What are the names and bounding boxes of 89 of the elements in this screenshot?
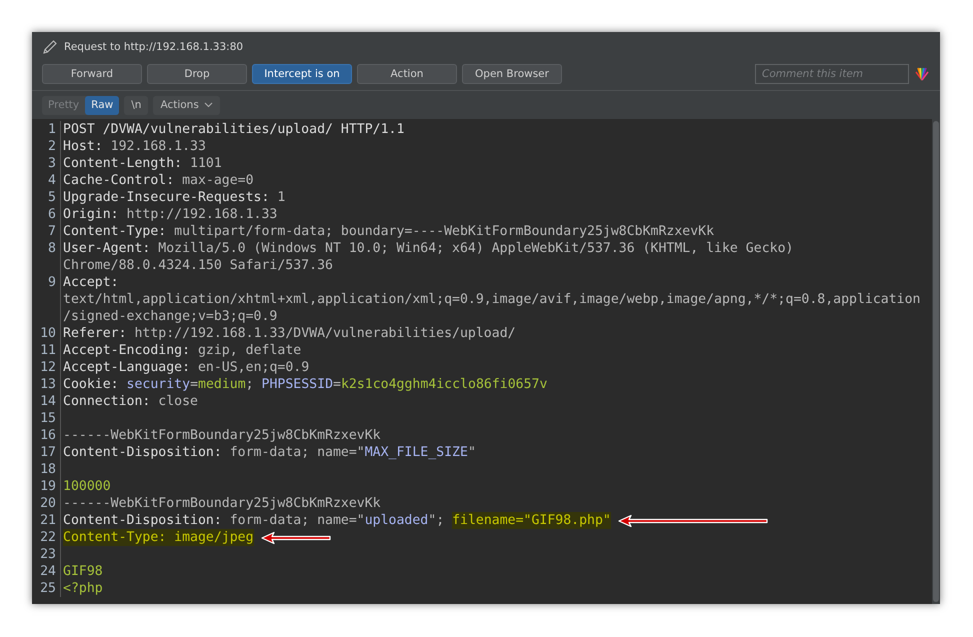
newline-toggle[interactable]: \n [124,96,148,114]
code-text: close [157,393,198,410]
line-number: 16 [32,427,61,444]
line-number: 24 [32,563,61,580]
parameter-name: security [126,376,190,393]
parameter-name: MAX_FILE_SIZE [364,444,468,461]
toolbar-button[interactable]: Forward [42,64,142,84]
code-text: form-data; name=" [228,444,365,461]
line-number: 6 [32,206,61,223]
parameter-value: <?php [63,580,103,597]
code-text: multipart/form-data; boundary=----WebKitFormBoundary25jw8CbKmRzxevKk [173,223,714,240]
line-number: 22 [32,529,61,546]
toolbar-button[interactable]: Drop [147,64,247,84]
line-number: 8 [32,240,61,274]
header-name: Upgrade-Insecure-Requests: [63,189,270,206]
code-text: " [468,444,476,461]
code-text: 1 [276,189,286,206]
header-name: User-Agent: [63,240,150,257]
code-text: text/html,application/xhtml+xml,application/xml;q=0.9,image/avif,image/webp,image/apng,*/*;q=0.8,application [63,291,920,308]
line-number: 3 [32,155,61,172]
code-text: http://192.168.1.33 [126,206,278,223]
header-name: Origin: [63,206,119,223]
line-number: 1 [32,121,61,138]
pencil-icon [42,39,58,55]
code-text: /signed-exchange;v=b3;q=0.9 [63,308,278,325]
view-tab[interactable]: Raw [85,96,120,114]
window-title: Request to http://192.168.1.33:80 [64,41,244,53]
parameter-value: 100000 [63,478,111,495]
code-text: "; [428,512,446,529]
code-text: Chrome/88.0.4324.150 Safari/537.36 [63,257,333,274]
code-text: ; [246,376,255,393]
header-name: Content-Disposition: [63,444,222,461]
caret-icon [204,102,213,108]
header-name: Content-Type: [63,223,166,240]
line-number: 15 [32,410,61,427]
code-text: Mozilla/5.0 (Windows NT 10.0; Win64; x64) AppleWebKit/537.36 (KHTML, like Gecko) [157,240,794,257]
parameter-value: k2s1co4gghm4icclo86fi0657v [340,376,548,393]
header-name: Cookie: [63,376,120,393]
header-name: Cache-Control: [63,172,174,189]
line-number: 17 [32,444,61,461]
code-text: 192.168.1.33 [110,138,206,155]
parameter-name: PHPSESSID [262,376,334,393]
scrollbar[interactable] [932,119,940,604]
highlight-color-icon[interactable] [914,66,930,82]
toolbar-button[interactable]: Action [357,64,457,84]
code-text: max-age=0 [181,172,254,189]
toolbar-button[interactable]: Open Browser [462,64,562,84]
line-number: 14 [32,393,61,410]
code-text: form-data; name=" [228,512,365,529]
toolbar-button[interactable]: Intercept is on [252,64,352,84]
code-text: 1101 [189,155,222,172]
line-number: 7 [32,223,61,240]
actions-menu[interactable]: Actions [153,96,220,114]
line-number: 19 [32,478,61,495]
line-number: 2 [32,138,61,155]
header-name: Host: [63,138,103,155]
code-text: gzip, deflate [196,342,302,359]
line-number: 20 [32,495,61,512]
header-name: Content-Length: [63,155,182,172]
line-number: 9 [32,274,61,325]
header-name: Referer: [63,325,127,342]
header-name: POST /DVWA/vulnerabilities/upload/ HTTP/1.1 [63,121,404,138]
line-number: 23 [32,546,61,563]
line-number: 10 [32,325,61,342]
highlighted-text: filename="GIF98.php" [452,512,611,529]
code-text: http://192.168.1.33/DVWA/vulnerabilities/upload/ [133,325,516,342]
header-name: Content-Disposition: [63,512,222,529]
line-number: 13 [32,376,61,393]
line-number: 21 [32,512,61,529]
line-number: 5 [32,189,61,206]
line-number: 4 [32,172,61,189]
parameter-name: uploaded [364,512,428,529]
line-number: 11 [32,342,61,359]
code-text: en-US,en;q=0.9 [196,359,310,376]
line-number: 25 [32,580,61,597]
header-name: Connection: [63,393,150,410]
parameter-value: GIF98 [63,563,103,580]
highlighted-text: Content-Type: image/jpeg [63,529,254,546]
line-number: 12 [32,359,61,376]
header-name: Accept: [63,274,119,291]
code-text: = [190,376,198,393]
line-number: 18 [32,461,61,478]
parameter-value: medium [198,376,246,393]
header-name: Accept-Language: [63,359,190,376]
header-name: Accept-Encoding: [63,342,190,359]
code-text: ------WebKitFormBoundary25jw8CbKmRzxevKk [63,495,381,512]
comment-field[interactable]: Comment this item [755,64,909,84]
code-text: ------WebKitFormBoundary25jw8CbKmRzxevKk [63,427,381,444]
code-text: = [333,376,341,393]
